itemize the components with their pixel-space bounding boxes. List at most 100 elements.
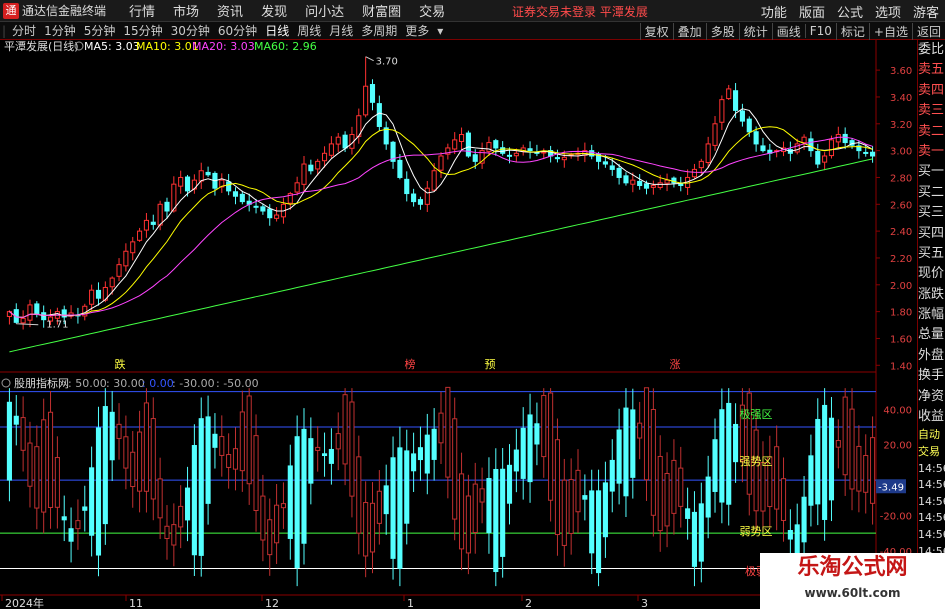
indicator-param-4: : -50.00 <box>216 377 259 390</box>
kline-chart[interactable]: 3.60 3.40 3.20 3.00 2.80 2.60 2.40 2.20 2.00 1.80… <box>0 40 917 609</box>
menu-formula[interactable]: 公式 <box>837 2 863 21</box>
indicator-bar <box>657 455 663 532</box>
indicator-bar <box>650 408 656 516</box>
indicator-bar <box>219 436 225 456</box>
indicator-bar <box>808 455 814 506</box>
add-watchlist-button[interactable]: +自选 <box>868 22 912 40</box>
indicator-bar <box>349 401 355 497</box>
indicator-bar <box>513 449 519 472</box>
indicator-bar <box>75 520 81 530</box>
tab-multi-period[interactable]: 多周期 <box>357 22 401 39</box>
indicator-bar <box>143 402 149 492</box>
indicator-bar <box>774 446 780 510</box>
indicator-bar <box>191 445 197 556</box>
menu-layout[interactable]: 版面 <box>799 2 825 21</box>
menu-wealth[interactable]: 财富圈 <box>362 1 401 20</box>
indicator-bar <box>582 495 588 500</box>
candle-body <box>842 133 848 144</box>
menu-trade[interactable]: 交易 <box>419 1 445 20</box>
menu-news[interactable]: 资讯 <box>217 1 243 20</box>
indicator-bar <box>691 511 698 567</box>
indicator-bar <box>424 434 430 474</box>
candle-body <box>493 140 499 149</box>
more-dropdown-icon[interactable]: ▾ <box>433 24 447 38</box>
f10-button[interactable]: F10 <box>804 24 836 38</box>
menu-function[interactable]: 功能 <box>761 2 787 21</box>
overlay-button[interactable]: 叠加 <box>672 22 706 40</box>
login-warning[interactable]: 证券交易未登录 平潭发展 <box>512 3 648 20</box>
indicator-bar <box>205 416 211 504</box>
tab-daily[interactable]: 日线 <box>261 22 293 39</box>
menu-ask[interactable]: 问小达 <box>305 1 344 20</box>
x-axis-label: 3 <box>641 597 648 609</box>
indicator-bar <box>82 506 88 511</box>
tab-5min[interactable]: 5分钟 <box>80 22 120 39</box>
indicator-bar <box>726 402 732 505</box>
indicator-bar <box>870 437 876 504</box>
indicator-param-0: : 50.00 <box>68 377 107 390</box>
indicator-bar <box>383 485 389 515</box>
tab-intraday[interactable]: 分时 <box>8 22 40 39</box>
watermark: 乐淘公式网 www.60lt.com <box>760 553 945 609</box>
statistics-button[interactable]: 统计 <box>738 22 772 40</box>
candle-body <box>705 143 711 164</box>
menu-market[interactable]: 市场 <box>173 1 199 20</box>
candle-body <box>274 214 280 219</box>
candle-body <box>623 175 629 184</box>
tab-weekly[interactable]: 周线 <box>293 22 325 39</box>
draw-line-button[interactable]: 画线 <box>771 22 805 40</box>
sidebar-item: 卖四 <box>918 82 945 98</box>
indicator-bar <box>685 508 691 519</box>
indicator-bar <box>397 447 403 569</box>
candle-body <box>424 187 430 205</box>
indicator-bar <box>226 454 232 468</box>
candle-body <box>438 155 444 171</box>
indicator-bar <box>780 478 787 521</box>
candle-body <box>835 134 841 143</box>
indicator-bar <box>527 414 533 483</box>
candle-body <box>308 164 314 172</box>
indicator-param-2: : 0.00 <box>142 377 174 390</box>
indicator-bar <box>294 436 300 569</box>
multi-stock-button[interactable]: 多股 <box>705 22 739 40</box>
indicator-bar <box>760 461 766 512</box>
indicator-bar <box>34 446 40 509</box>
tab-30min[interactable]: 30分钟 <box>167 22 214 39</box>
sidebar-item: 涨跌 <box>918 286 945 302</box>
indicator-toggle-icon[interactable] <box>1 378 11 388</box>
indicator-bar <box>308 438 314 484</box>
candle-body <box>863 151 869 154</box>
app-logo-icon: 通 <box>3 2 19 19</box>
tab-monthly[interactable]: 月线 <box>325 22 357 39</box>
tab-60min[interactable]: 60分钟 <box>214 22 261 39</box>
indicator-bar <box>198 418 204 556</box>
candle-body <box>828 139 835 157</box>
candle-body <box>328 143 334 156</box>
menu-guest[interactable]: 游客 <box>913 2 939 21</box>
menu-discover[interactable]: 发现 <box>261 1 287 20</box>
candle-body <box>143 219 149 231</box>
candle-body <box>404 178 410 195</box>
back-button[interactable]: 返回 <box>911 22 945 40</box>
mark-button[interactable]: 标记 <box>835 22 869 40</box>
candle-body <box>239 193 245 203</box>
candle-body <box>315 160 321 170</box>
menu-options[interactable]: 选项 <box>875 2 901 21</box>
indicator-bar <box>787 529 793 540</box>
restore-rights-button[interactable]: 复权 <box>639 22 673 40</box>
indicator-bar <box>630 409 636 478</box>
indicator-bar <box>376 490 382 524</box>
indicator-bar <box>445 386 451 478</box>
ma-legend-3: MA60: 2.96 <box>254 40 317 53</box>
indicator-param-3: : -30.00 <box>172 377 215 390</box>
candle-body <box>198 170 204 182</box>
menu-quote[interactable]: 行情 <box>129 1 155 20</box>
indicator-bar <box>157 478 163 519</box>
low-price-label: 1.71 <box>46 320 68 331</box>
candle-body <box>267 208 273 219</box>
tab-1min[interactable]: 1分钟 <box>40 22 80 39</box>
tab-15min[interactable]: 15分钟 <box>119 22 166 39</box>
candle-body <box>232 191 239 197</box>
sidebar-item: 买一 <box>918 164 945 180</box>
tab-more[interactable]: 更多 <box>401 22 433 39</box>
